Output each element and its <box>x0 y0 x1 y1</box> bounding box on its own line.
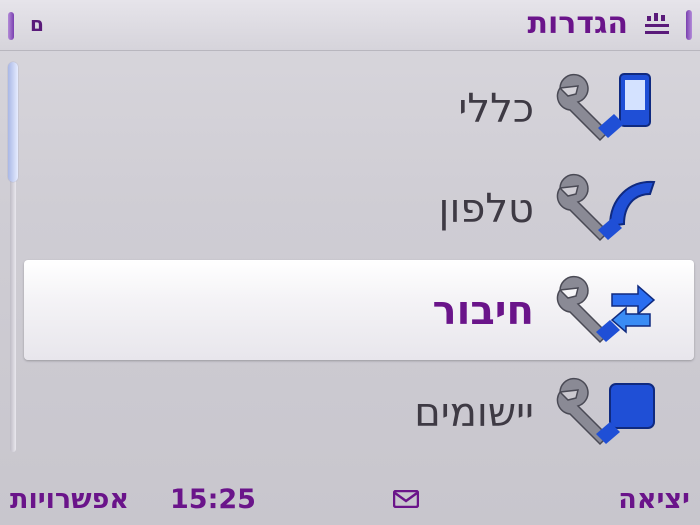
title-bar: ם הגדרות <box>0 0 700 51</box>
item-label: חיבור <box>432 288 534 334</box>
connection-settings-icon <box>556 275 656 344</box>
list-item-general[interactable]: כללי <box>24 58 694 158</box>
softkey-bar: אפשרויות 15:25 יציאה <box>0 470 700 525</box>
general-settings-icon <box>556 73 651 142</box>
signal-bar <box>8 12 14 40</box>
settings-app-icon <box>645 13 669 34</box>
item-label: טלפון <box>438 186 534 232</box>
list-item-connection[interactable]: חיבור <box>24 260 694 360</box>
exit-softkey[interactable]: יציאה <box>618 484 690 515</box>
scrollbar-thumb[interactable] <box>8 62 18 182</box>
list-item-applications[interactable]: יישומים <box>24 362 694 462</box>
item-label: כללי <box>458 86 534 132</box>
envelope-icon <box>393 490 419 508</box>
options-softkey[interactable]: אפשרויות <box>10 484 129 515</box>
list-item-phone[interactable]: טלפון <box>24 158 694 258</box>
applications-settings-icon <box>556 377 655 446</box>
phone-settings-icon <box>556 173 656 242</box>
settings-list: כללי טלפון חיבור יישומים <box>24 52 694 472</box>
status-indicator: ם <box>30 12 44 36</box>
item-label: יישומים <box>414 390 534 436</box>
clock: 15:25 <box>170 484 256 515</box>
battery-bar <box>686 10 692 40</box>
screen: ם הגדרות כללי טלפון חיבור יישומים אפשרוי… <box>0 0 700 525</box>
page-title: הגדרות <box>527 6 628 41</box>
